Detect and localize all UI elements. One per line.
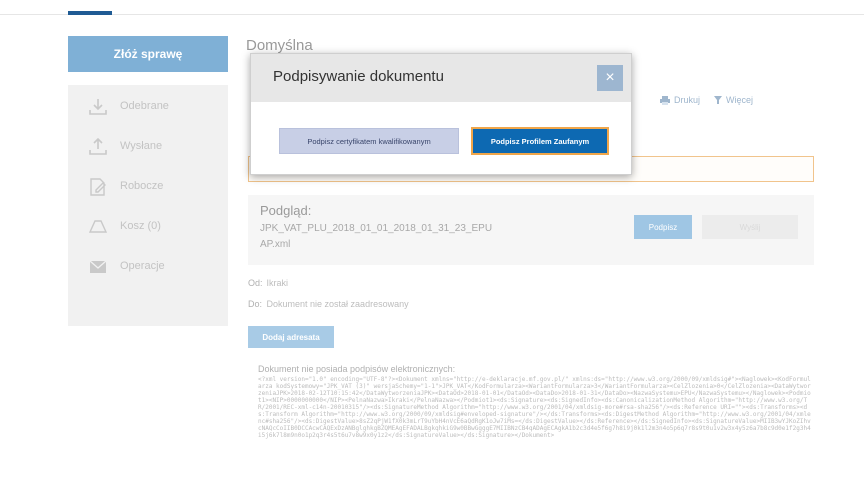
sidebar-item-operations[interactable]: Operacje <box>68 247 228 287</box>
print-label: Drukuj <box>674 95 701 105</box>
from-label: Od: <box>248 278 263 288</box>
sidebar-item-received[interactable]: Odebrane <box>68 87 228 127</box>
upload-icon <box>89 138 107 155</box>
sidebar-item-label: Operacje <box>120 260 165 272</box>
active-tab-indicator <box>68 11 112 15</box>
filter-icon <box>714 96 723 104</box>
send-document-button[interactable]: Wyślij <box>702 215 798 239</box>
download-icon <box>89 99 107 115</box>
from-value: Ikraki <box>266 278 289 288</box>
sidebar: Złóż sprawę Odebrane Wysłane Robocze Kos… <box>68 36 228 326</box>
sidebar-item-drafts[interactable]: Robocze <box>68 167 228 207</box>
more-action[interactable]: Więcej <box>714 95 753 105</box>
signature-status-label: Dokument nie posiada podpisów elektronic… <box>258 364 456 374</box>
more-label: Więcej <box>726 95 754 105</box>
xml-content: <?xml version="1.0" encoding="UTF-8"?><D… <box>258 376 811 439</box>
page-title: Domyślna <box>246 37 313 54</box>
to-value: Dokument nie został zaadresowany <box>266 299 409 309</box>
sidebar-item-label: Kosz (0) <box>120 220 161 232</box>
sign-certificate-button[interactable]: Podpisz certyfikatem kwalifikowanym <box>279 128 459 154</box>
sign-button[interactable]: Podpisz <box>634 215 692 239</box>
sign-trusted-profile-button[interactable]: Podpisz Profilem Zaufanym <box>471 127 609 155</box>
draft-icon <box>90 178 106 196</box>
dialog-title: Podpisywanie dokumentu <box>273 68 444 85</box>
new-case-button[interactable]: Złóż sprawę <box>68 36 228 72</box>
preview-panel: Podgląd: JPK_VAT_PLU_2018_01_01_2018_01_… <box>248 195 814 265</box>
preview-filename: JPK_VAT_PLU_2018_01_01_2018_01_31_23_EPU <box>260 223 493 234</box>
app-window: Złóż sprawę Odebrane Wysłane Robocze Kos… <box>0 0 864 498</box>
preview-title: Podgląd: <box>260 203 312 218</box>
dialog-header: Podpisywanie dokumentu × <box>251 54 631 102</box>
print-action[interactable]: Drukuj <box>660 95 700 105</box>
printer-icon <box>660 95 670 105</box>
sidebar-item-label: Odebrane <box>120 100 169 112</box>
sidebar-menu: Odebrane Wysłane Robocze Kosz (0) Operac… <box>68 85 228 326</box>
to-row: Do: Dokument nie został zaadresowany <box>248 299 409 309</box>
preview-extension: AP.xml <box>260 239 291 250</box>
to-label: Do: <box>248 299 263 309</box>
sidebar-item-label: Wysłane <box>120 140 163 152</box>
close-icon: × <box>605 69 615 86</box>
mail-icon <box>89 260 107 273</box>
sidebar-item-sent[interactable]: Wysłane <box>68 127 228 167</box>
from-row: Od: Ikraki <box>248 278 288 288</box>
trash-icon <box>88 220 108 233</box>
add-recipient-button[interactable]: Dodaj adresata <box>248 326 334 348</box>
sidebar-item-label: Robocze <box>120 180 164 192</box>
document-actions: Drukuj Więcej <box>660 95 753 105</box>
sidebar-item-trash[interactable]: Kosz (0) <box>68 207 228 247</box>
top-divider <box>0 14 864 15</box>
sign-document-dialog: Podpisywanie dokumentu × Podpisz certyfi… <box>250 53 632 175</box>
close-button[interactable]: × <box>597 65 623 91</box>
